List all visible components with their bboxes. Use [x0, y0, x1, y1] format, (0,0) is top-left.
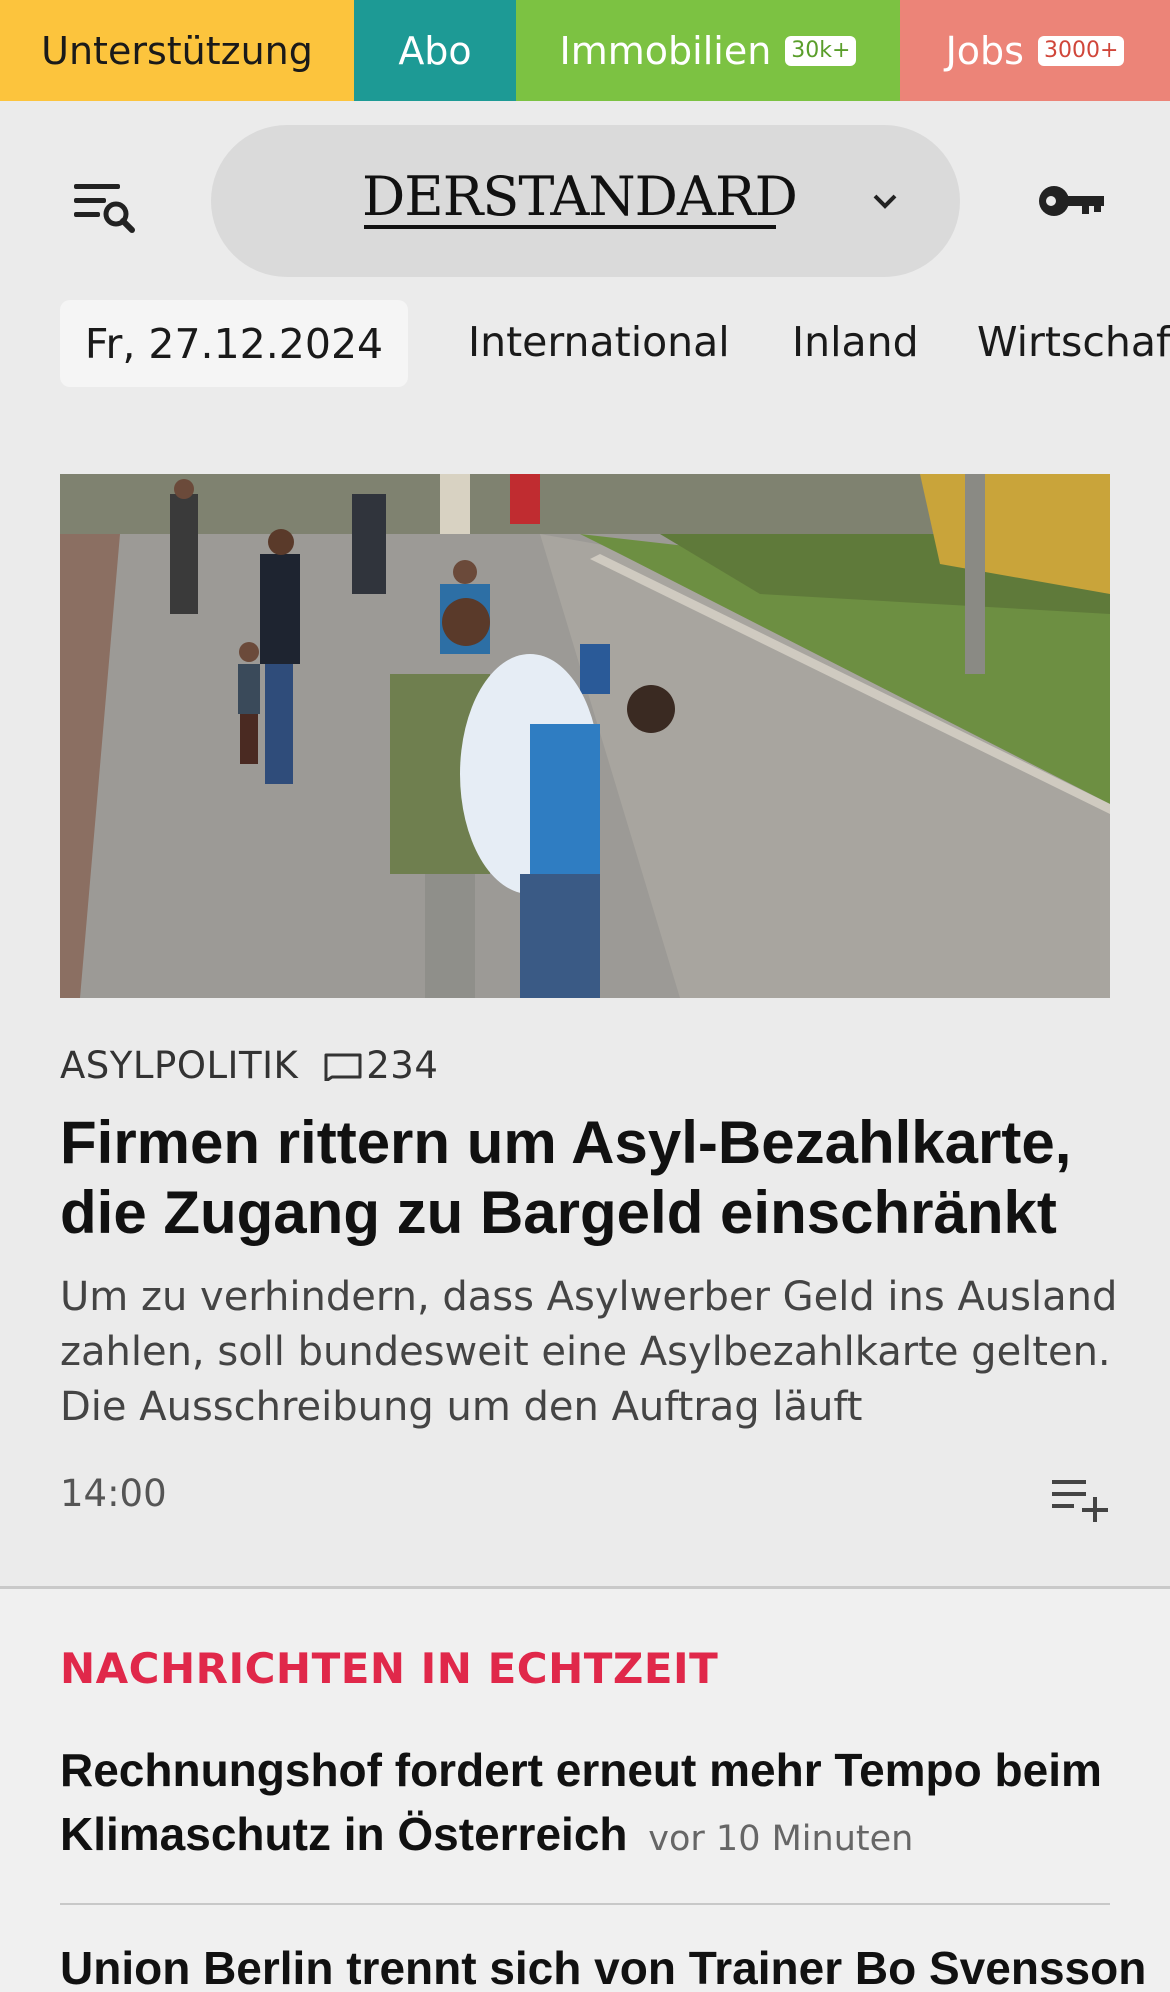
nav-item-inland[interactable]: Inland [792, 314, 919, 370]
article-kicker[interactable]: ASYLPOLITIK [60, 1044, 298, 1087]
live-news-title[interactable]: NACHRICHTEN IN ECHTZEIT [60, 1644, 718, 1693]
immobilien-link[interactable]: Immobilien 30k+ [516, 0, 900, 101]
support-link[interactable]: Unterstützung [0, 0, 354, 101]
site-logo[interactable]: DERSTANDARD [362, 167, 798, 227]
comment-count[interactable]: 234 [366, 1044, 438, 1087]
support-label: Unterstützung [41, 28, 313, 73]
logo-underline [364, 225, 776, 229]
key-icon[interactable] [1036, 180, 1106, 222]
immobilien-label: Immobilien [559, 28, 772, 73]
comment-icon[interactable] [324, 1051, 362, 1081]
list-separator [60, 1903, 1110, 1905]
top-bar: Unterstützung Abo Immobilien 30k+ Jobs 3… [0, 0, 1170, 101]
jobs-count-badge: 3000+ [1037, 35, 1125, 66]
date-label: Fr, 27.12.2024 [84, 319, 384, 368]
article-timestamp: 14:00 [60, 1472, 167, 1515]
nav-item-wirtschaft[interactable]: Wirtschaft [977, 314, 1170, 370]
abo-link[interactable]: Abo [354, 0, 516, 101]
live-news-item[interactable]: Rechnungshof fordert erneut mehr Tempo b… [60, 1738, 1130, 1871]
live-news-item[interactable]: Union Berlin trennt sich von Trainer Bo … [60, 1936, 1160, 1992]
lead-article-image[interactable] [60, 474, 1110, 998]
live-news-headline: Rechnungshof fordert erneut mehr Tempo b… [60, 1744, 1102, 1860]
jobs-label: Jobs [945, 28, 1024, 73]
date-chip[interactable]: Fr, 27.12.2024 [60, 300, 408, 387]
chevron-down-icon[interactable] [870, 190, 900, 212]
add-to-list-icon[interactable] [1052, 1478, 1112, 1523]
nav-item-international[interactable]: International [468, 314, 730, 370]
jobs-link[interactable]: Jobs 3000+ [900, 0, 1170, 101]
immobilien-count-badge: 30k+ [785, 35, 857, 66]
article-kicker-row: ASYLPOLITIK 234 [60, 1044, 438, 1087]
abo-label: Abo [398, 28, 472, 73]
menu-search-icon[interactable] [74, 180, 138, 236]
lead-article-teaser: Um zu verhindern, dass Asylwerber Geld i… [60, 1274, 1118, 1430]
lead-article-headline[interactable]: Firmen rittern um Asyl-Bezahlkarte, die … [60, 1108, 1140, 1248]
live-news-age: vor 10 Minuten [648, 1819, 914, 1859]
